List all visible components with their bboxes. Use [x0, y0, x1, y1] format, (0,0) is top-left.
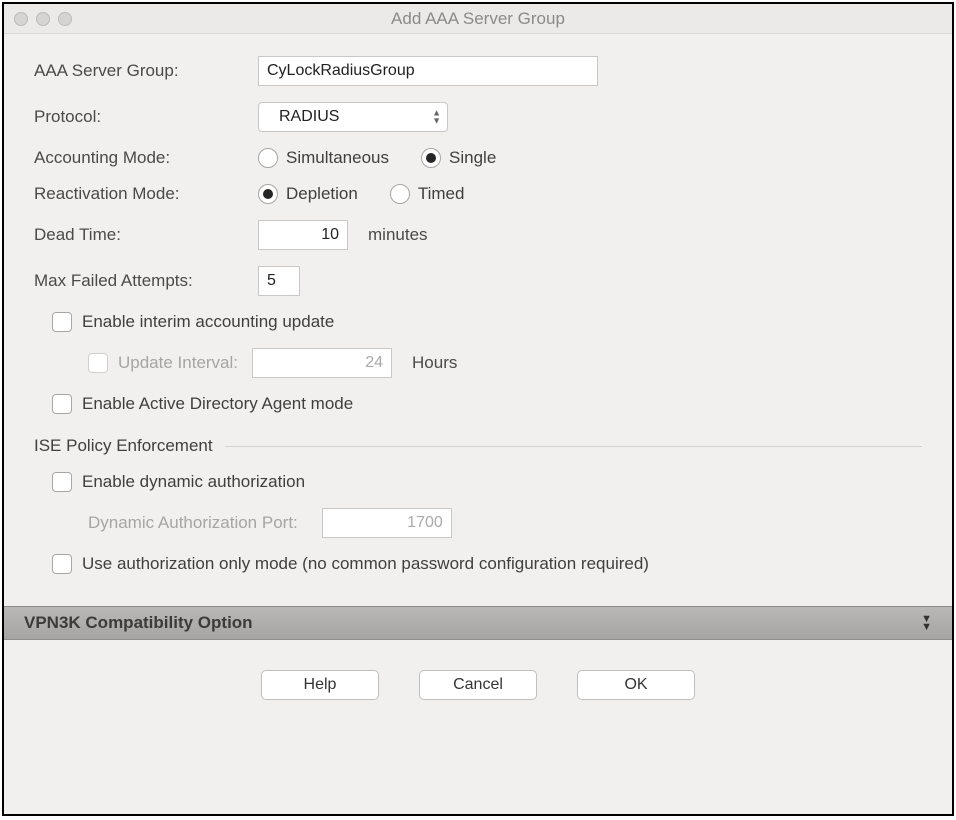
close-icon[interactable]: [14, 12, 28, 26]
input-dead-time[interactable]: [258, 220, 348, 250]
row-protocol: Protocol: RADIUS ▲▼: [34, 102, 922, 132]
row-enable-dynamic: Enable dynamic authorization: [52, 472, 922, 492]
checkbox-use-auth-only[interactable]: Use authorization only mode (no common p…: [52, 554, 649, 574]
ok-button[interactable]: OK: [577, 670, 695, 700]
radio-depletion[interactable]: Depletion: [258, 184, 358, 204]
help-button[interactable]: Help: [261, 670, 379, 700]
checkbox-enable-ad-agent[interactable]: Enable Active Directory Agent mode: [52, 394, 353, 414]
label-server-group: AAA Server Group:: [34, 61, 244, 81]
label-dyn-port: Dynamic Authorization Port:: [88, 513, 298, 533]
section-ise-heading: ISE Policy Enforcement: [34, 436, 922, 456]
radio-simultaneous[interactable]: Simultaneous: [258, 148, 389, 168]
row-dyn-port: Dynamic Authorization Port:: [88, 508, 922, 538]
titlebar: Add AAA Server Group: [4, 4, 952, 34]
minimize-icon[interactable]: [36, 12, 50, 26]
checkbox-enable-interim-label: Enable interim accounting update: [82, 312, 334, 332]
row-enable-ad-agent: Enable Active Directory Agent mode: [52, 394, 922, 414]
window-controls: [14, 12, 72, 26]
radio-timed-label: Timed: [418, 184, 465, 204]
row-enable-interim: Enable interim accounting update: [52, 312, 922, 332]
select-protocol-value: RADIUS: [279, 108, 339, 126]
select-protocol[interactable]: RADIUS ▲▼: [258, 102, 448, 132]
label-update-interval: Update Interval:: [118, 353, 238, 373]
label-accounting-mode: Accounting Mode:: [34, 148, 244, 168]
checkbox-enable-interim[interactable]: Enable interim accounting update: [52, 312, 334, 332]
unit-update-interval: Hours: [412, 353, 457, 373]
chevron-updown-icon: ▲▼: [432, 110, 441, 125]
input-update-interval: [252, 348, 392, 378]
row-server-group: AAA Server Group:: [34, 56, 922, 86]
maximize-icon[interactable]: [58, 12, 72, 26]
row-update-interval: Update Interval: Hours: [88, 348, 922, 378]
checkbox-enable-dynamic-label: Enable dynamic authorization: [82, 472, 305, 492]
checkbox-use-auth-only-label: Use authorization only mode (no common p…: [82, 554, 649, 574]
radio-single-label: Single: [449, 148, 496, 168]
input-dyn-port: [322, 508, 452, 538]
label-max-failed: Max Failed Attempts:: [34, 271, 244, 291]
input-max-failed[interactable]: [258, 266, 300, 296]
expander-vpn3k-label: VPN3K Compatibility Option: [24, 613, 253, 633]
checkbox-update-interval: Update Interval:: [88, 353, 238, 373]
radio-single[interactable]: Single: [421, 148, 496, 168]
row-dead-time: Dead Time: minutes: [34, 220, 922, 250]
ise-heading: ISE Policy Enforcement: [34, 436, 213, 456]
dialog-content: AAA Server Group: Protocol: RADIUS ▲▼ Ac…: [4, 34, 952, 814]
input-server-group[interactable]: [258, 56, 598, 86]
radio-depletion-label: Depletion: [286, 184, 358, 204]
label-reactivation-mode: Reactivation Mode:: [34, 184, 244, 204]
radio-timed[interactable]: Timed: [390, 184, 465, 204]
row-reactivation-mode: Reactivation Mode: Depletion Timed: [34, 184, 922, 204]
label-protocol: Protocol:: [34, 107, 244, 127]
footer-buttons: Help Cancel OK: [34, 656, 922, 716]
window-title: Add AAA Server Group: [4, 9, 952, 29]
cancel-button[interactable]: Cancel: [419, 670, 537, 700]
row-use-auth-only: Use authorization only mode (no common p…: [52, 554, 922, 574]
dialog-window: Add AAA Server Group AAA Server Group: P…: [2, 2, 954, 816]
row-accounting-mode: Accounting Mode: Simultaneous Single: [34, 148, 922, 168]
radio-simultaneous-label: Simultaneous: [286, 148, 389, 168]
chevron-expand-icon: ▼▼: [921, 615, 932, 631]
row-max-failed: Max Failed Attempts:: [34, 266, 922, 296]
expander-vpn3k[interactable]: VPN3K Compatibility Option ▼▼: [4, 606, 952, 640]
label-dead-time: Dead Time:: [34, 225, 244, 245]
unit-dead-time: minutes: [368, 225, 428, 245]
checkbox-enable-ad-agent-label: Enable Active Directory Agent mode: [82, 394, 353, 414]
checkbox-enable-dynamic[interactable]: Enable dynamic authorization: [52, 472, 305, 492]
